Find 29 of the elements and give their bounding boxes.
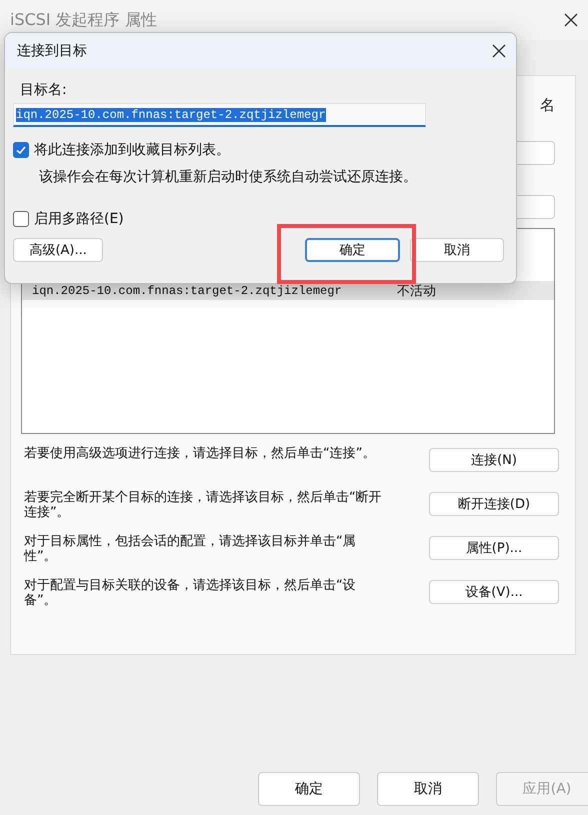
- window-title: iSCSI 发起程序 属性: [10, 10, 157, 30]
- dialog-button[interactable]: 高级(A)...: [13, 238, 104, 262]
- action-button[interactable]: 设备(V)...: [429, 580, 559, 604]
- instruction-text: 对于配置与目标关联的设备，请选择该目标，然后单击“设备”。: [23, 578, 357, 608]
- instruction-text: 若要完全断开某个目标的连接，请选择该目标，然后单击“断开连接”。: [23, 490, 383, 520]
- checkbox-label: 将此连接添加到收藏目标列表。: [34, 141, 230, 159]
- field-label: 名: [540, 96, 555, 115]
- action-button[interactable]: 断开连接(D): [429, 492, 559, 516]
- action-button[interactable]: 属性(P)...: [429, 536, 559, 560]
- instruction-text: 若要使用高级选项进行连接，请选择目标，然后单击“连接”。: [23, 446, 376, 461]
- target-status: 不活动: [397, 282, 436, 300]
- checkbox[interactable]: [13, 211, 29, 227]
- input-field[interactable]: iqn.2025-10.com.fnnas:target-2.zqtjizlemegr: [13, 103, 426, 127]
- dialog-button[interactable]: 取消: [410, 238, 504, 262]
- check-icon: [15, 144, 27, 156]
- checkbox-label: 启用多路径(E): [34, 210, 124, 228]
- selected-text: iqn.2025-10.com.fnnas:target-2.zqtjizlemegr: [16, 108, 326, 122]
- dialog-button[interactable]: 确定: [258, 772, 360, 806]
- close-icon[interactable]: [492, 44, 506, 58]
- dialog-button[interactable]: 确定: [305, 238, 400, 262]
- action-button[interactable]: 连接(N): [429, 448, 559, 472]
- option-note: 该操作会在每次计算机重新启动时使系统自动尝试还原连接。: [39, 168, 418, 186]
- close-icon[interactable]: [564, 13, 578, 27]
- target-name: iqn.2025-10.com.fnnas:target-2.zqtjizlemegr: [32, 284, 343, 298]
- dialog-button[interactable]: 取消: [377, 772, 479, 806]
- checkbox[interactable]: [13, 142, 29, 158]
- instruction-text: 对于目标属性，包括会话的配置，请选择该目标并单击“属性”。: [22, 534, 357, 564]
- dialog-title: 连接到目标: [17, 42, 87, 60]
- field-label: 目标名:: [20, 81, 68, 99]
